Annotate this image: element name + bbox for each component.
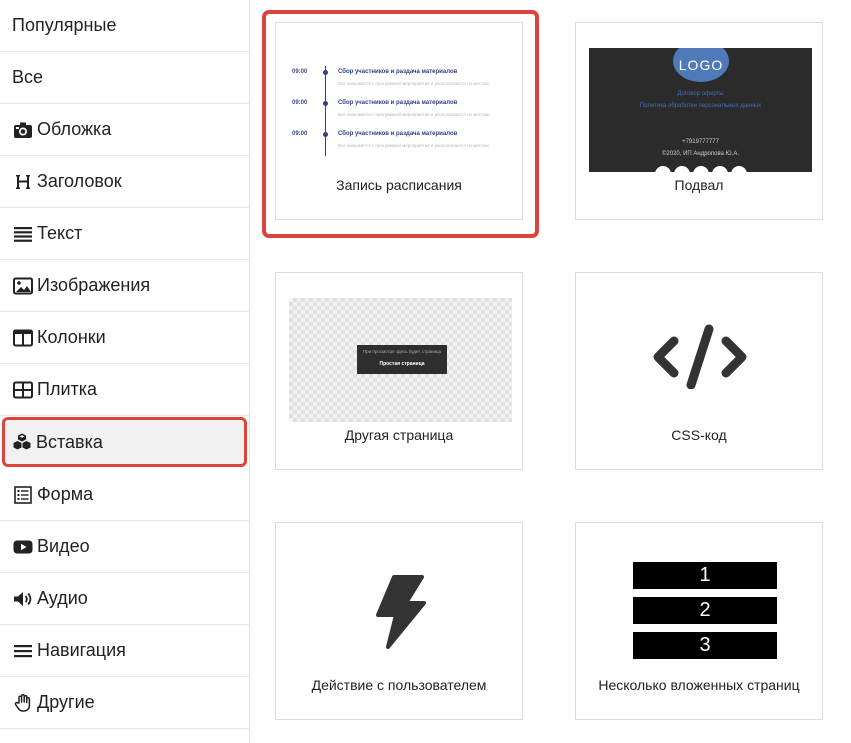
sidebar-item-images[interactable]: Изображения	[0, 260, 249, 312]
sidebar-item-label: Аудио	[37, 588, 88, 608]
card-label: Подвал	[674, 177, 724, 193]
timeline-time: 09:00	[292, 131, 308, 137]
sidebar-item-heading[interactable]: Заголовок	[0, 156, 249, 208]
other-page-preview: При просмотре здесь будет страница Прост…	[289, 298, 512, 422]
card-label: Запись расписания	[336, 177, 462, 193]
footer-copyright: ©2020, ИП Андропова Ю.А.	[662, 151, 739, 157]
sidebar-item-label: Вставка	[36, 431, 103, 452]
sidebar-item-audio[interactable]: Аудио	[0, 573, 249, 625]
sidebar-item-label: Текст	[37, 223, 83, 243]
card-label: Несколько вложенных страниц	[598, 677, 800, 693]
code-icon	[650, 321, 750, 390]
footer-logo: LOGO	[673, 48, 729, 82]
timeline-dot	[323, 101, 328, 106]
hand-icon	[12, 693, 34, 713]
volume-icon	[12, 589, 34, 609]
sidebar-item-label: Обложка	[37, 119, 112, 139]
image-icon	[12, 276, 34, 296]
card-label: Действие с пользователем	[311, 677, 487, 693]
timeline-time: 09:00	[292, 100, 308, 106]
youtube-play-icon	[12, 537, 34, 557]
other-page-box: При просмотре здесь будет страница Прост…	[357, 345, 447, 374]
columns-icon	[12, 328, 34, 348]
timeline-dot	[323, 70, 328, 75]
card-css-code[interactable]: CSS-код	[575, 272, 823, 470]
sidebar-item-other[interactable]: Другие	[0, 677, 249, 729]
footer-logo-text: LOGO	[678, 57, 724, 73]
camera-icon	[12, 120, 34, 140]
sidebar-item-label: Заголовок	[37, 171, 122, 191]
timeline-time: 09:00	[292, 69, 308, 75]
sidebar-item-label: Изображения	[37, 275, 151, 295]
sidebar-item-video[interactable]: Видео	[0, 521, 249, 573]
sidebar-item-popular[interactable]: Популярные	[0, 0, 249, 52]
sidebar-item-cover[interactable]: Обложка	[0, 104, 249, 156]
nested-page-item: 3	[633, 632, 777, 659]
timeline-desc: Все знакомятся с программой мероприятия …	[338, 143, 489, 148]
sidebar-item-label: Все	[12, 67, 44, 87]
card-user-action[interactable]: Действие с пользователем	[275, 522, 523, 720]
align-justify-icon	[12, 224, 34, 244]
timeline-line	[325, 66, 326, 156]
card-label: Другая страница	[344, 427, 454, 443]
form-icon	[12, 485, 34, 505]
sidebar-item-label: Видео	[37, 536, 90, 556]
nested-page-item: 1	[633, 562, 777, 589]
sidebar-item-all[interactable]: Все	[0, 52, 249, 104]
footer-link: Политика обработки персональных данных	[639, 103, 762, 109]
timeline-dot	[323, 132, 328, 137]
sidebar-item-text[interactable]: Текст	[0, 208, 249, 260]
sidebar-item-label: Форма	[37, 484, 94, 504]
footer-phone: +7919777777	[682, 139, 719, 145]
timeline-desc: Все знакомятся с программой мероприятия …	[338, 112, 489, 117]
card-footer[interactable]: LOGO Договор оферты Политика обработки п…	[575, 22, 823, 220]
timeline-title: Сбор участников и раздача материалов	[338, 100, 458, 106]
other-page-title: Простая страница	[379, 361, 425, 367]
nested-page-item: 2	[633, 597, 777, 624]
sidebar-item-tiles[interactable]: Плитка	[0, 364, 249, 416]
timeline-title: Сбор участников и раздача материалов	[338, 69, 458, 75]
sidebar-item-label: Популярные	[12, 15, 117, 35]
nested-pages-preview: 1 2 3	[633, 562, 777, 660]
sidebar-item-columns[interactable]: Колонки	[0, 312, 249, 364]
card-other-page[interactable]: При просмотре здесь будет страница Прост…	[275, 272, 523, 470]
card-label: CSS-код	[671, 427, 727, 443]
sidebar: Популярные Все Обложка Заголовок Текст И…	[0, 0, 250, 743]
timeline-desc: Все знакомятся с программой мероприятия …	[338, 81, 489, 86]
sidebar-item-label: Навигация	[37, 640, 126, 660]
footer-link: Договор оферты	[677, 91, 724, 97]
timeline-title: Сбор участников и раздача материалов	[338, 131, 458, 137]
footer-social-icons	[655, 166, 747, 172]
schedule-preview: 09:00 Сбор участников и раздача материал…	[276, 61, 524, 161]
menu-icon	[12, 641, 34, 661]
sidebar-item-label: Плитка	[37, 379, 98, 399]
sidebar-item-form[interactable]: Форма	[0, 469, 249, 521]
card-schedule-entry[interactable]: 09:00 Сбор участников и раздача материал…	[275, 22, 523, 220]
footer-preview: LOGO Договор оферты Политика обработки п…	[589, 48, 812, 172]
sidebar-item-embed[interactable]: Вставка	[2, 417, 247, 467]
heading-icon	[12, 172, 34, 192]
tiles-icon	[12, 380, 34, 400]
card-nested-pages[interactable]: 1 2 3 Несколько вложенных страниц	[575, 522, 823, 720]
sidebar-item-label: Другие	[37, 692, 95, 712]
other-page-text: При просмотре здесь будет страница	[362, 349, 442, 354]
sidebar-item-navigation[interactable]: Навигация	[0, 625, 249, 677]
lightning-icon	[372, 575, 428, 649]
sidebar-item-label: Колонки	[37, 327, 106, 347]
cubes-icon	[11, 432, 33, 452]
